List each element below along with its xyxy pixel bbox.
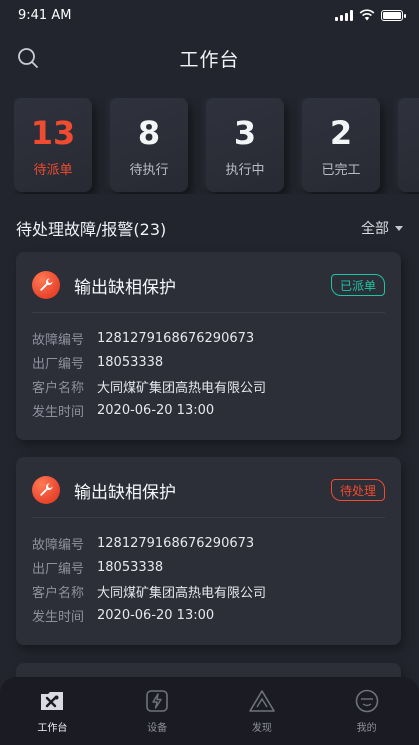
stat-label: 执行中 [225,162,265,178]
search-icon[interactable] [16,46,40,70]
card-details: 故障编号 1281279168676290673 出厂编号 18053338 客… [32,326,266,422]
filter-label: 全部 [361,221,389,237]
divider [32,517,385,518]
detail-row: 发生时间 2020-06-20 13:00 [32,398,266,422]
user-face-icon [353,687,381,715]
wrench-icon [32,476,60,504]
signal-icon [335,9,353,21]
detail-value: 2020-06-20 13:00 [97,607,215,623]
detail-row: 出厂编号 18053338 [32,555,266,579]
status-icons [335,9,406,21]
detail-row: 故障编号 1281279168676290673 [32,326,266,350]
tab-profile[interactable]: 我的 [327,687,407,734]
stat-card-in-progress[interactable]: 3 执行中 [206,98,284,192]
card-details: 故障编号 1281279168676290673 出厂编号 18053338 客… [32,531,266,627]
device-bolt-icon [143,687,171,715]
toolbox-icon [38,687,66,715]
detail-value: 1281279168676290673 [97,330,255,346]
detail-value: 18053338 [97,354,164,370]
status-badge: 待处理 [330,479,385,501]
detail-value: 1281279168676290673 [97,535,255,551]
detail-row: 发生时间 2020-06-20 13:00 [32,603,266,627]
status-bar: 9:41 AM [0,0,419,30]
card-title: 输出缺相保护 [74,482,176,503]
detail-value: 大同煤矿集团高热电有限公司 [97,585,267,601]
stat-card-completed[interactable]: 2 已完工 [302,98,380,192]
detail-label: 故障编号 [32,332,85,348]
warning-triangle-icon [248,687,276,715]
status-time: 9:41 AM [18,7,72,23]
stats-row: 13 待派单 8 待执行 3 执行中 2 已完工 [14,98,419,194]
card-header: 输出缺相保护 待处理 [32,475,385,505]
tab-devices[interactable]: 设备 [117,687,197,734]
stat-card-pending-execution[interactable]: 8 待执行 [110,98,188,192]
stat-card-partial[interactable] [398,98,419,192]
stat-card-pending-dispatch[interactable]: 13 待派单 [14,98,92,192]
detail-label: 故障编号 [32,537,85,553]
stat-count: 2 [329,113,353,152]
page-title: 工作台 [179,48,240,71]
filter-dropdown[interactable]: 全部 [361,218,403,238]
caret-down-icon [395,225,403,231]
detail-label: 客户名称 [32,380,85,396]
tab-workbench[interactable]: 工作台 [12,687,92,734]
wifi-icon [359,9,375,21]
card-header: 输出缺相保护 已派单 [32,270,385,300]
detail-value: 18053338 [97,559,164,575]
tab-label: 我的 [356,723,377,734]
detail-row: 客户名称 大同煤矿集团高热电有限公司 [32,579,266,603]
detail-label: 客户名称 [32,585,85,601]
detail-label: 发生时间 [32,609,85,625]
tab-label: 发现 [251,723,272,734]
detail-row: 故障编号 1281279168676290673 [32,531,266,555]
stat-count: 3 [233,113,257,152]
tab-label: 设备 [147,723,168,734]
wrench-icon [32,271,60,299]
battery-icon [381,9,406,21]
detail-value: 2020-06-20 13:00 [97,402,215,418]
detail-label: 出厂编号 [32,356,85,372]
detail-label: 发生时间 [32,404,85,420]
stat-count: 13 [30,113,76,152]
fault-card[interactable]: 输出缺相保护 待处理 故障编号 1281279168676290673 出厂编号… [16,457,401,645]
section-header: 待处理故障/报警(23) 全部 [16,216,403,240]
detail-row: 客户名称 大同煤矿集团高热电有限公司 [32,374,266,398]
stat-label: 待执行 [129,162,169,178]
stat-count: 8 [137,113,161,152]
detail-value: 大同煤矿集团高热电有限公司 [97,380,267,396]
divider [32,312,385,313]
tab-label: 工作台 [37,723,68,734]
stat-label: 已完工 [321,162,361,178]
detail-label: 出厂编号 [32,561,85,577]
nav-bar: 工作台 [0,36,419,80]
card-title: 输出缺相保护 [74,277,176,298]
stat-label: 待派单 [33,162,73,178]
tab-discover[interactable]: 发现 [222,687,302,734]
detail-row: 出厂编号 18053338 [32,350,266,374]
fault-card[interactable]: 输出缺相保护 已派单 故障编号 1281279168676290673 出厂编号… [16,252,401,440]
tab-bar: 工作台 设备 发现 我的 [0,677,419,745]
status-badge: 已派单 [330,274,385,296]
section-title: 待处理故障/报警(23) [16,220,167,239]
